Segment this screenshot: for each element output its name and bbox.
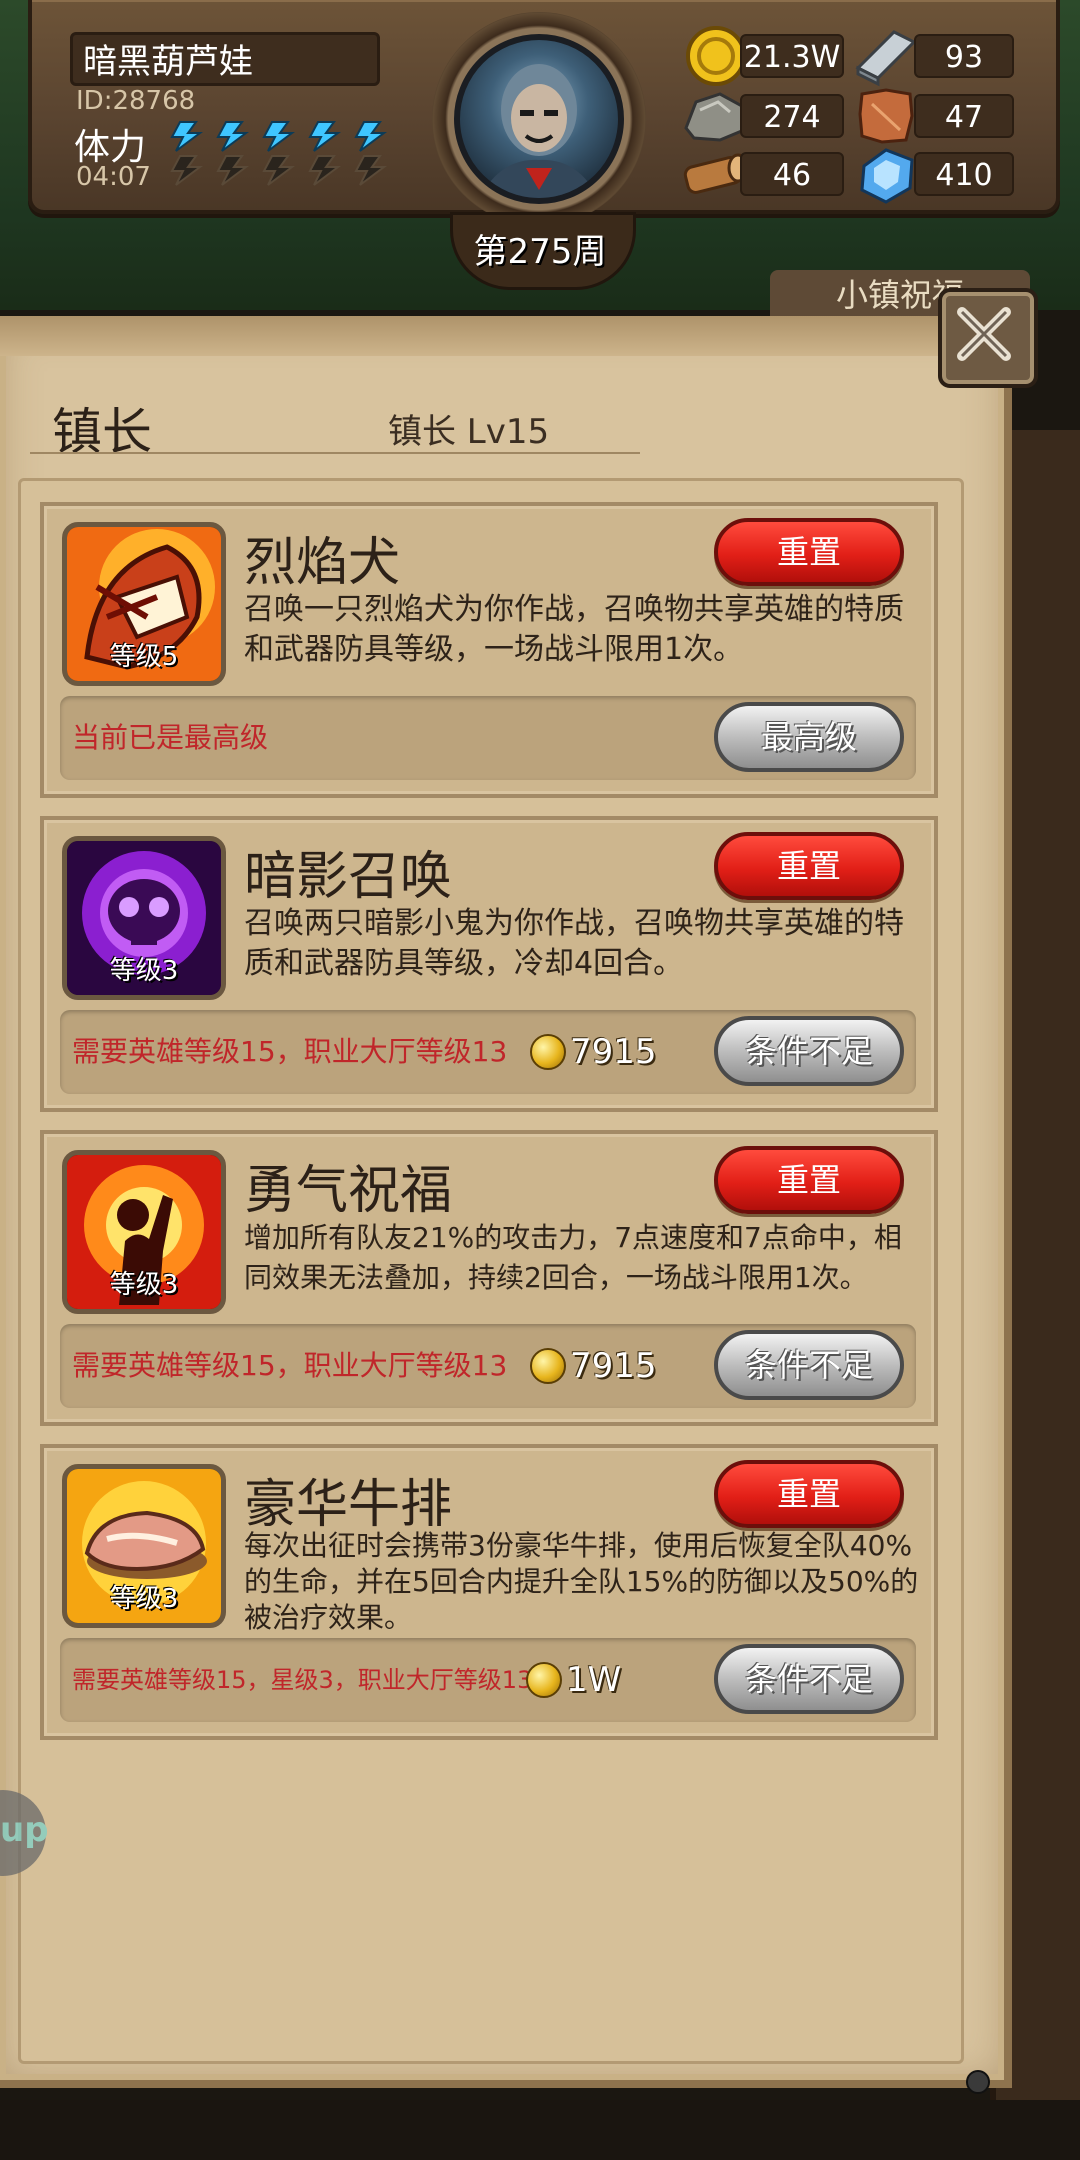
upgrade-cost: 1W: [526, 1658, 621, 1702]
reset-button[interactable]: 重置: [714, 1146, 904, 1214]
gold-coin-icon: [530, 1348, 566, 1384]
requirement-bar: 需要英雄等级15，职业大厅等级13 7915 条件不足: [60, 1010, 916, 1094]
floating-assist-label: up: [0, 1810, 49, 1850]
mayor-level: 镇长 Lv15: [388, 412, 550, 452]
gold-coin-icon: [530, 1034, 566, 1070]
cost-amount: 7915: [570, 1346, 657, 1386]
requirement-text: 需要英雄等级15，职业大厅等级13: [72, 1035, 508, 1068]
gold-amount: 21.3W: [740, 34, 844, 78]
wood-log-icon: [683, 153, 749, 194]
skill-name: 暗影召唤: [244, 847, 453, 907]
skill-card-fire-dog: 等级5 烈焰犬 召唤一只烈焰犬为你作战，召唤物共享英雄的特质和武器防具等级，一场…: [40, 502, 938, 798]
skill-icon-frame[interactable]: 等级3: [62, 836, 226, 1000]
crystal-icon: [860, 148, 914, 204]
skill-card-deluxe-steak: 等级3 豪华牛排 每次出征时会携带3份豪华牛排，使用后恢复全队40%的生命，并在…: [40, 1444, 938, 1740]
avatar[interactable]: [454, 34, 624, 204]
reset-button[interactable]: 重置: [714, 1460, 904, 1528]
lightning-empty-icon: [354, 155, 387, 186]
upgrade-cost: 7915: [530, 1030, 657, 1074]
requirement-text: 需要英雄等级15，星级3，职业大厅等级13: [72, 1666, 533, 1694]
skill-name: 豪华牛排: [244, 1475, 453, 1535]
skill-name: 烈焰犬: [244, 533, 401, 593]
skill-description: 每次出征时会携带3份豪华牛排，使用后恢复全队40%的生命，并在5回合内提升全队1…: [244, 1529, 919, 1634]
stone-amount: 274: [740, 94, 844, 138]
leather-icon: [858, 88, 914, 144]
skill-icon-frame[interactable]: 等级3: [62, 1150, 226, 1314]
skill-card-shadow-summon: 等级3 暗影召唤 召唤两只暗影小鬼为你作战，召唤物共享英雄的特质和武器防具等级，…: [40, 816, 938, 1112]
requirement-text: 当前已是最高级: [72, 721, 269, 754]
bottom-frame: [0, 2100, 1080, 2160]
upgrade-button[interactable]: 条件不足: [714, 1644, 904, 1714]
skill-level-badge: 等级3: [109, 1270, 179, 1300]
lightning-icon: [262, 121, 295, 152]
upgrade-button[interactable]: 条件不足: [714, 1016, 904, 1086]
skill-description: 增加所有队友21%的攻击力，7点速度和7点命中，相同效果无法叠加，持续2回合，一…: [244, 1221, 902, 1294]
lightning-empty-icon: [308, 155, 341, 186]
skill-level-badge: 等级3: [109, 1584, 179, 1614]
gold-coin-icon: [686, 26, 746, 86]
upgrade-cost: 7915: [530, 1344, 657, 1388]
cost-amount: 1W: [566, 1660, 622, 1700]
stamina-bolts-empty: [166, 154, 390, 186]
reset-button[interactable]: 重置: [714, 832, 904, 900]
leather-amount: 47: [914, 94, 1014, 138]
lightning-icon: [308, 121, 341, 152]
stamina-timer: 04:07: [76, 162, 151, 192]
skill-card-courage-blessing: 等级3 勇气祝福 增加所有队友21%的攻击力，7点速度和7点命中，相同效果无法叠…: [40, 1130, 938, 1426]
requirement-text: 需要英雄等级15，职业大厅等级13: [72, 1349, 508, 1382]
crossed-swords-close-icon: [957, 307, 1011, 361]
lightning-empty-icon: [262, 155, 295, 186]
cost-amount: 7915: [570, 1032, 657, 1072]
skill-level-badge: 等级3: [109, 956, 179, 986]
lightning-icon: [216, 121, 249, 152]
max-level-button[interactable]: 最高级: [714, 702, 904, 772]
lightning-icon: [354, 121, 387, 152]
stamina-bolts-filled: [166, 120, 390, 152]
lightning-icon: [170, 121, 203, 152]
week-label: 第275周: [473, 232, 607, 272]
requirement-bar: 需要英雄等级15，职业大厅等级13 7915 条件不足: [60, 1324, 916, 1408]
close-button[interactable]: [938, 288, 1038, 388]
iron-amount: 93: [914, 34, 1014, 78]
top-hud: 小镇祝福 暗黑葫芦娃 ID:28768 体力 04:07 第275周 21.3W: [0, 0, 1080, 320]
lightning-empty-icon: [216, 155, 249, 186]
reset-button[interactable]: 重置: [714, 518, 904, 586]
requirement-bar: 需要英雄等级15，星级3，职业大厅等级13 1W 条件不足: [60, 1638, 916, 1722]
hero-portrait-icon: [480, 64, 598, 198]
skill-description: 召唤一只烈焰犬为你作战，召唤物共享英雄的特质和武器防具等级，一场战斗限用1次。: [244, 592, 904, 667]
iron-ingot-icon: [855, 30, 917, 87]
panel-top-edge: [0, 316, 1004, 356]
upgrade-button[interactable]: 条件不足: [714, 1330, 904, 1400]
requirement-bar: 当前已是最高级 最高级: [60, 696, 916, 780]
player-name: 暗黑葫芦娃: [70, 32, 380, 86]
title-divider: [30, 452, 640, 454]
gold-coin-icon: [526, 1662, 562, 1698]
frame-rivet: [966, 2070, 990, 2094]
skill-description: 召唤两只暗影小鬼为你作战，召唤物共享英雄的特质和武器防具等级，冷却4回合。: [244, 906, 904, 981]
skill-icon-frame[interactable]: 等级5: [62, 522, 226, 686]
lightning-empty-icon: [170, 155, 203, 186]
skill-icon-frame[interactable]: 等级3: [62, 1464, 226, 1628]
skill-name: 勇气祝福: [244, 1161, 453, 1221]
player-id: ID:28768: [76, 86, 196, 116]
wood-amount: 46: [740, 152, 844, 196]
crystal-amount: 410: [914, 152, 1014, 196]
skill-level-badge: 等级5: [109, 642, 179, 672]
